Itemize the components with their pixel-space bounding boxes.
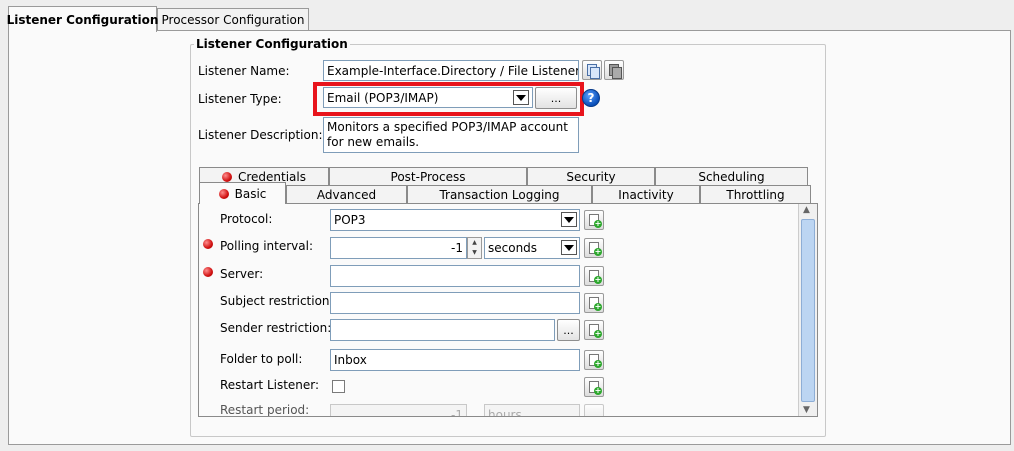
copy-icon[interactable] [582,60,602,80]
server-label: Server: [220,267,264,281]
tab-label: Processor Configuration [161,12,305,27]
scroll-thumb[interactable] [801,219,815,402]
server-field[interactable] [330,265,580,287]
add-variable-icon[interactable]: + [584,350,604,370]
tab-advanced[interactable]: Advanced [286,185,407,203]
tab-label: Inactivity [618,187,674,202]
protocol-label: Protocol: [220,212,273,226]
listener-description-label: Listener Description: [198,128,323,142]
listener-type-label: Listener Type: [198,92,282,106]
protocol-select[interactable]: POP3 [330,209,580,231]
tab-inactivity[interactable]: Inactivity [592,185,700,203]
restart-period-row: Restart period: -1 hours [199,400,797,416]
paste-icon[interactable] [604,60,624,80]
tab-label: Throttling [726,187,785,202]
restart-period-unit-select[interactable]: hours [484,404,580,416]
scroll-up-icon[interactable]: ▲ [803,205,810,215]
tab-basic[interactable]: Basic [199,182,286,204]
listener-description-field[interactable]: Monitors a specified POP3/IMAP account f… [323,117,579,153]
required-indicator-icon [221,171,232,182]
protocol-value: POP3 [334,213,366,227]
add-variable-icon[interactable]: + [584,293,604,313]
listener-name-label: Listener Name: [198,64,290,78]
required-indicator-icon [218,188,229,199]
add-variable-icon[interactable]: + [584,320,604,340]
restart-listener-checkbox[interactable] [332,380,345,393]
folder-to-poll-field[interactable]: Inbox [330,349,580,371]
polling-interval-field[interactable]: -1 [330,237,467,259]
tab-label: Advanced [316,187,377,202]
add-variable-icon[interactable]: + [584,377,604,397]
restart-period-field[interactable]: -1 [330,404,467,416]
tab-transaction-logging[interactable]: Transaction Logging [407,185,592,203]
tab-scheduling[interactable]: Scheduling [655,167,808,185]
add-variable-icon[interactable]: + [584,238,604,258]
chevron-down-icon[interactable] [561,240,577,255]
polling-unit-value: seconds [488,241,538,255]
help-icon[interactable]: ? [582,89,600,107]
group-legend: Listener Configuration [194,37,350,51]
subject-restriction-label: Subject restriction: [220,294,334,308]
folder-to-poll-label: Folder to poll: [220,352,303,366]
tab-listener-configuration[interactable]: Listener Configuration [6,6,159,32]
required-indicator-icon [203,239,213,249]
tab-security[interactable]: Security [527,167,655,185]
tab-label: Scheduling [698,169,765,184]
highlight-box [313,82,584,116]
tab-label: Transaction Logging [439,187,560,202]
add-variable-icon[interactable]: + [584,210,604,230]
polling-interval-spinner[interactable]: ▲ ▼ [467,237,482,259]
subject-restriction-field[interactable] [330,292,580,314]
tab-processor-configuration[interactable]: Processor Configuration [157,8,309,30]
sender-browse-button[interactable]: ... [557,319,580,341]
required-indicator-icon [203,267,213,277]
chevron-down-icon[interactable] [561,212,577,227]
tab-post-process[interactable]: Post-Process [329,167,527,185]
tab-label: Listener Configuration [6,12,159,27]
add-variable-icon[interactable]: + [584,266,604,286]
restart-period-label: Restart period: [220,403,310,416]
tab-label: Security [566,169,616,184]
sender-restriction-label: Sender restriction: [220,321,332,335]
vertical-scrollbar[interactable]: ▲ ▼ [798,204,817,416]
listener-name-field[interactable]: Example-Interface.Directory / File Liste… [323,60,579,81]
tab-throttling[interactable]: Throttling [700,185,811,203]
sender-restriction-field[interactable] [330,319,555,341]
tab-label: Post-Process [390,169,466,184]
polling-interval-label: Polling interval: [220,239,313,253]
restart-listener-label: Restart Listener: [220,378,320,392]
tab-label: Basic [234,186,267,201]
scroll-down-icon[interactable]: ▼ [803,405,810,415]
add-variable-icon[interactable] [584,404,604,416]
